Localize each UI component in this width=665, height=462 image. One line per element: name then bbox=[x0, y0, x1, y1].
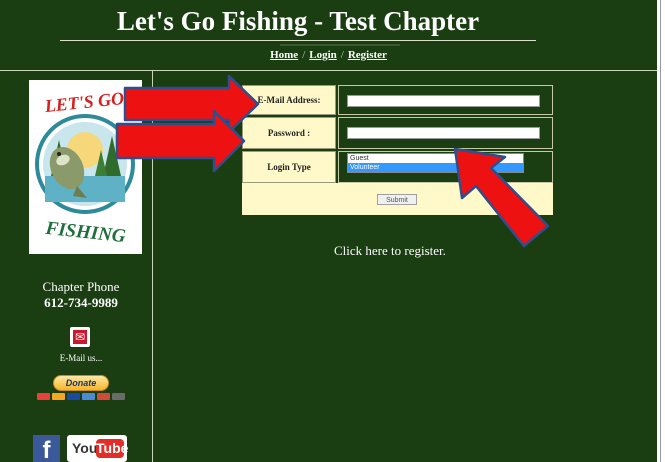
card-icon bbox=[37, 393, 50, 400]
login-type-label: Login Type bbox=[242, 151, 336, 183]
password-label: Password : bbox=[242, 117, 336, 149]
login-form: E-Mail Address: Password : Login Type Gu… bbox=[242, 85, 553, 215]
youtube-you-text: You bbox=[72, 440, 98, 456]
chapter-phone-number: 612-734-9989 bbox=[44, 295, 118, 310]
card-icon bbox=[82, 393, 95, 400]
title-shadow bbox=[280, 34, 400, 46]
login-type-option-volunteer[interactable]: Volunteer bbox=[348, 163, 523, 172]
card-icon bbox=[112, 393, 125, 400]
login-type-listbox[interactable]: Guest Volunteer bbox=[347, 153, 524, 173]
card-icon bbox=[97, 393, 110, 400]
sidebar: LET'S GO FISHING Chapter Phone 612-734-9… bbox=[10, 71, 153, 462]
top-nav: Home / Login / Register bbox=[0, 49, 657, 61]
card-icon bbox=[52, 393, 65, 400]
payment-cards bbox=[37, 393, 125, 401]
email-input[interactable] bbox=[347, 95, 540, 107]
window-edge bbox=[657, 0, 665, 462]
card-icon bbox=[67, 393, 80, 400]
email-us-link[interactable]: E-Mail us... bbox=[10, 353, 152, 363]
youtube-tube-text: Tube bbox=[96, 439, 129, 458]
lets-go-fishing-logo[interactable]: LET'S GO FISHING bbox=[29, 80, 142, 254]
submit-button[interactable]: Submit bbox=[377, 194, 417, 205]
nav-separator: / bbox=[302, 49, 306, 61]
submit-row: Submit bbox=[242, 183, 553, 215]
page: Let's Go Fishing - Test Chapter Home / Log… bbox=[0, 0, 657, 462]
nav-separator: / bbox=[340, 49, 344, 61]
login-type-row: Login Type Guest Volunteer bbox=[242, 151, 553, 183]
nav-login-link[interactable]: Login bbox=[309, 49, 337, 61]
header: Let's Go Fishing - Test Chapter Home / Log… bbox=[0, 0, 657, 71]
window-edge-line bbox=[660, 0, 661, 462]
email-row: E-Mail Address: bbox=[242, 85, 553, 115]
login-type-option-guest[interactable]: Guest bbox=[348, 154, 523, 163]
register-link[interactable]: Click here to register. bbox=[334, 243, 446, 259]
chapter-phone-label: Chapter Phone bbox=[42, 279, 120, 294]
youtube-icon[interactable]: You Tube bbox=[67, 435, 129, 462]
password-row: Password : bbox=[242, 117, 553, 149]
page-title: Let's Go Fishing - Test Chapter bbox=[116, 6, 480, 36]
login-type-cell: Guest Volunteer bbox=[338, 151, 553, 183]
nav-home-link[interactable]: Home bbox=[270, 49, 298, 61]
password-cell bbox=[338, 117, 553, 149]
logo-top-text: LET'S GO bbox=[43, 88, 125, 116]
facebook-icon[interactable]: f bbox=[33, 435, 60, 462]
logo-bottom-text: FISHING bbox=[44, 218, 127, 247]
nav-register-link[interactable]: Register bbox=[348, 49, 387, 61]
donate-button[interactable]: Donate bbox=[53, 375, 109, 391]
email-cell bbox=[338, 85, 553, 115]
email-label: E-Mail Address: bbox=[242, 85, 336, 115]
email-icon[interactable]: ✉ bbox=[70, 327, 90, 347]
password-input[interactable] bbox=[347, 127, 540, 139]
